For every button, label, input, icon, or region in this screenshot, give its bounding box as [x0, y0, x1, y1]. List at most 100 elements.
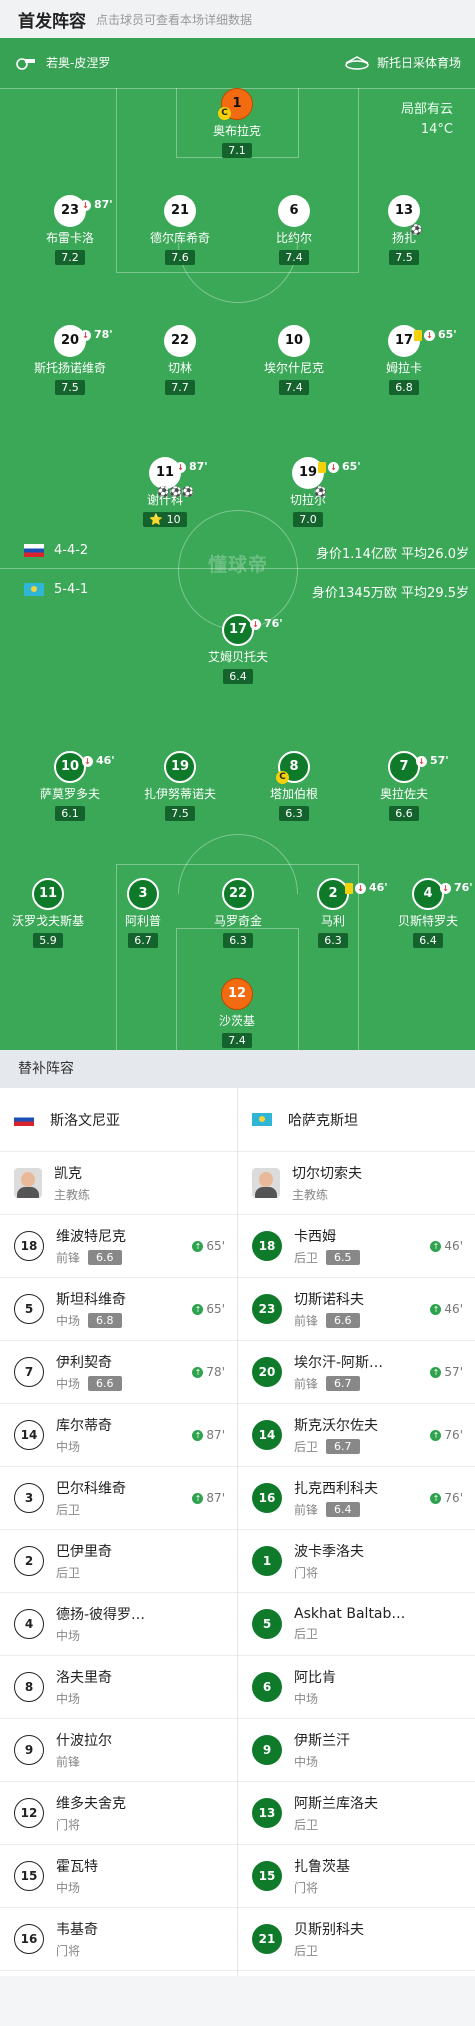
player-number: 11 — [32, 878, 64, 910]
home-player[interactable]: 22 切林 7.7 — [115, 325, 245, 395]
player-name: 扎伊努蒂诺夫 — [143, 787, 216, 801]
player-position: 中场 — [56, 1440, 81, 1454]
player-position: 中场 — [56, 1881, 81, 1895]
sub-on-icon: ↑ — [192, 1492, 204, 1504]
sub-player-row[interactable]: 3 巴尔科维奇 后卫 ↑ 87' — [0, 1467, 237, 1530]
away-player[interactable]: 7 ↓ 57' 奥拉佐夫 6.6 — [339, 751, 469, 821]
player-rating: 6.6 — [389, 806, 419, 821]
player-rating: 7.5 — [165, 806, 195, 821]
player-position: 门将 — [294, 1566, 319, 1580]
player-name: 什波拉尔 — [56, 1733, 112, 1749]
sub-player-row[interactable]: 6 阿比肯 中场 — [238, 1656, 475, 1719]
sub-player-row[interactable]: 13 阿斯兰库洛夫 后卫 — [238, 1782, 475, 1845]
away-formation-row: 5-4-1 — [24, 582, 88, 597]
player-position: 前锋 — [294, 1377, 319, 1391]
player-number: 14 — [14, 1420, 44, 1450]
player-rating: 7.4 — [279, 250, 309, 265]
sub-player-row[interactable]: 8 洛夫里奇 中场 — [0, 1656, 237, 1719]
player-name: 奥拉佐夫 — [379, 787, 428, 801]
sub-player-row[interactable]: 4 德扬-彼得罗… 中场 — [0, 1593, 237, 1656]
player-number: 4 — [14, 1609, 44, 1639]
sub-player-row[interactable]: 18 卡西姆 后卫 6.5 ↑ 46' — [238, 1215, 475, 1278]
player-number: 2 — [14, 1546, 44, 1576]
home-player[interactable]: 11 ↓ 87' ⚽⚽⚽ 谢什科 ⭐ 10 — [100, 457, 230, 527]
home-player[interactable]: 19 ↓ 65' ⚽ 切拉尔 7.0 — [243, 457, 373, 527]
sub-on-time: ↑ 78' — [192, 1365, 225, 1379]
player-number: 22 — [222, 878, 254, 910]
sub-player-row[interactable]: 21 贝斯别科夫 后卫 — [238, 1908, 475, 1971]
weather-info: 局部有云 14°C — [401, 100, 453, 140]
player-position: 中场 — [56, 1629, 81, 1643]
player-position: 前锋 — [294, 1314, 319, 1328]
sub-player-row[interactable]: 23 切斯诺科夫 前锋 6.6 ↑ 46' — [238, 1278, 475, 1341]
sub-off-icon: ↓ — [416, 755, 427, 767]
player-number: 10 ↓ 46' — [54, 751, 115, 783]
weather-text: 局部有云 — [400, 102, 453, 117]
away-player[interactable]: 12 沙茨基 7.4 — [172, 978, 302, 1048]
player-meta: 中场 — [56, 1438, 112, 1455]
sub-player-row[interactable]: 12 维多夫舍克 门将 — [0, 1782, 237, 1845]
sub-player-row[interactable]: 16 韦基奇 门将 — [0, 1908, 237, 1971]
player-number: 21 — [252, 1924, 282, 1954]
player-position: 后卫 — [294, 1627, 319, 1641]
home-value: 身价1.14亿欧 平均26.0岁 — [315, 547, 469, 562]
sub-on-icon: ↑ — [430, 1303, 442, 1315]
away-player[interactable]: 4 ↓ 76' 贝斯特罗夫 6.4 — [363, 878, 475, 948]
player-rating: 6.6 — [326, 1313, 360, 1328]
kazakhstan-flag-icon — [252, 1113, 272, 1126]
player-name: 斯克沃尔佐夫 — [294, 1418, 378, 1434]
player-number: 7 — [14, 1357, 44, 1387]
sub-off-icon: ↓ — [80, 199, 91, 211]
player-number: 17 ↓ 76' — [222, 614, 283, 646]
ball-icon: ⚽ — [410, 225, 423, 236]
player-rating: 5.9 — [33, 933, 63, 948]
player-number: 19 — [164, 751, 196, 783]
sub-on-time: ↑ 65' — [192, 1302, 225, 1316]
player-rating: 7.5 — [389, 250, 419, 265]
player-meta: 后卫 6.5 — [294, 1249, 360, 1266]
player-rating: 6.4 — [326, 1502, 360, 1517]
sub-player-row[interactable]: 7 伊利契奇 中场 6.6 ↑ 78' — [0, 1341, 237, 1404]
player-position: 中场 — [56, 1377, 81, 1391]
sub-on-icon: ↑ — [430, 1429, 442, 1441]
away-player[interactable]: 19 扎伊努蒂诺夫 7.5 — [115, 751, 245, 821]
sub-player-row[interactable]: 2 巴伊里奇 后卫 — [0, 1530, 237, 1593]
away-formation: 5-4-1 — [54, 582, 89, 597]
player-number: 18 — [252, 1231, 282, 1261]
home-team-row: 斯洛文尼亚 — [0, 1088, 237, 1152]
home-player[interactable]: 17 ↓ 65' 姆拉卡 6.8 — [339, 325, 469, 395]
sub-player-row[interactable]: 9 什波拉尔 前锋 — [0, 1719, 237, 1782]
coach-name: 切尔切索夫 — [292, 1166, 362, 1182]
coach-role: 主教练 — [54, 1188, 91, 1202]
player-meta: 门将 — [56, 1942, 98, 1959]
sub-player-row[interactable]: 20 埃尔汗-阿斯… 前锋 6.7 ↑ 57' — [238, 1341, 475, 1404]
sub-player-row[interactable]: 5 Askhat Baltab… 后卫 — [238, 1593, 475, 1656]
player-rating: 6.7 — [326, 1439, 360, 1454]
sub-off-icon: ↓ — [440, 882, 451, 894]
home-player[interactable]: 13 ⚽ 扬扎 7.5 — [339, 195, 469, 265]
sub-off-icon: ↓ — [424, 329, 435, 341]
away-subs-column: 哈萨克斯坦 切尔切索夫 主教练 18 卡西姆 后卫 6.5 ↑ 46' 23 切斯诺科夫 前锋 6… — [238, 1088, 475, 1971]
away-player[interactable]: 17 ↓ 76' 艾姆贝托夫 6.4 — [173, 614, 303, 684]
captain-icon: C — [218, 107, 231, 120]
sub-player-row[interactable]: 1 波卡季洛夫 门将 — [238, 1530, 475, 1593]
player-name: 奥布拉克 — [212, 124, 261, 138]
home-player[interactable]: 1C 奥布拉克 7.1 — [172, 88, 302, 158]
player-name: 波卡季洛夫 — [294, 1544, 364, 1560]
home-coach-row[interactable]: 凯克 主教练 — [0, 1152, 237, 1215]
player-name: 伊斯兰汗 — [294, 1733, 350, 1749]
player-meta: 后卫 — [56, 1501, 126, 1518]
sub-player-row[interactable]: 9 伊斯兰汗 中场 — [238, 1719, 475, 1782]
player-number: 5 — [252, 1609, 282, 1639]
sub-player-row[interactable]: 5 斯坦科维奇 中场 6.8 ↑ 65' — [0, 1278, 237, 1341]
player-number: 18 — [14, 1231, 44, 1261]
sub-player-row[interactable]: 16 扎克西利科夫 前锋 6.4 ↑ 76' — [238, 1467, 475, 1530]
sub-player-row[interactable]: 18 维波特尼克 前锋 6.6 ↑ 65' — [0, 1215, 237, 1278]
sub-player-row[interactable]: 15 霍瓦特 中场 — [0, 1845, 237, 1908]
sub-player-row[interactable]: 15 扎鲁茨基 门将 — [238, 1845, 475, 1908]
sub-player-row[interactable]: 14 斯克沃尔佐夫 后卫 6.7 ↑ 76' — [238, 1404, 475, 1467]
sub-player-row[interactable]: 14 库尔蒂奇 中场 ↑ 87' — [0, 1404, 237, 1467]
home-player[interactable]: 21 德尔库希奇 7.6 — [115, 195, 245, 265]
player-rating: 7.6 — [165, 250, 195, 265]
away-coach-row[interactable]: 切尔切索夫 主教练 — [238, 1152, 475, 1215]
